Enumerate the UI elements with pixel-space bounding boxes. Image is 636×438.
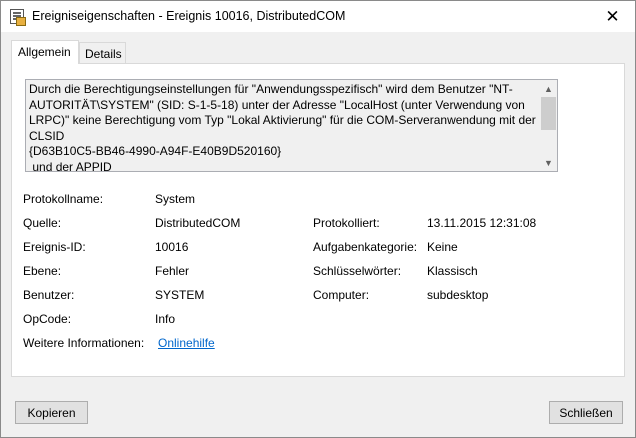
opcode-label: OpCode: [23, 312, 72, 326]
scroll-down-arrow-icon[interactable]: ▼ [540, 154, 557, 171]
benutzer-label: Benutzer: [23, 288, 75, 302]
general-tab-panel: Durch die Berechtigungseinstellungen für… [11, 63, 625, 377]
ebene-value: Fehler [155, 264, 190, 278]
scroll-up-arrow-icon[interactable]: ▲ [540, 80, 557, 97]
aufgabenkategorie-label: Aufgabenkategorie: [313, 240, 418, 254]
protokolliert-value: 13.11.2015 12:31:08 [427, 216, 537, 230]
ebene-label: Ebene: [23, 264, 62, 278]
protokollname-label: Protokollname: [23, 192, 104, 206]
ereignis-id-label: Ereignis-ID: [23, 240, 86, 254]
event-properties-window: Ereigniseigenschaften - Ereignis 10016, … [0, 0, 636, 438]
protokollname-value: System [155, 192, 196, 206]
schluesselwoerter-label: Schlüsselwörter: [313, 264, 402, 278]
event-description-text: Durch die Berechtigungseinstellungen für… [29, 82, 536, 174]
scrollbar-thumb[interactable] [541, 97, 556, 130]
description-scrollbar[interactable]: ▲ ▼ [540, 80, 557, 171]
event-viewer-icon [10, 9, 26, 26]
benutzer-value: SYSTEM [155, 288, 205, 302]
computer-label: Computer: [313, 288, 370, 302]
opcode-value: Info [155, 312, 176, 326]
close-button[interactable]: Schließen [549, 401, 623, 424]
aufgabenkategorie-value: Keine [427, 240, 458, 254]
close-window-button[interactable]: ✕ [590, 1, 635, 32]
ereignis-id-value: 10016 [155, 240, 189, 254]
onlinehilfe-link[interactable]: Onlinehilfe [158, 336, 215, 350]
weitere-informationen-label: Weitere Informationen: [23, 336, 145, 350]
quelle-value: DistributedCOM [155, 216, 241, 230]
tab-allgemein[interactable]: Allgemein [11, 40, 79, 64]
copy-button[interactable]: Kopieren [15, 401, 88, 424]
event-description-box[interactable]: Durch die Berechtigungseinstellungen für… [25, 79, 558, 174]
schluesselwoerter-value: Klassisch [427, 264, 478, 278]
quelle-label: Quelle: [23, 216, 62, 230]
computer-value: subdesktop [427, 288, 489, 302]
protokolliert-label: Protokolliert: [313, 216, 380, 230]
tab-details[interactable]: Details [79, 42, 126, 64]
window-title: Ereigniseigenschaften - Ereignis 10016, … [32, 9, 346, 23]
title-bar: Ereigniseigenschaften - Ereignis 10016, … [1, 1, 635, 32]
